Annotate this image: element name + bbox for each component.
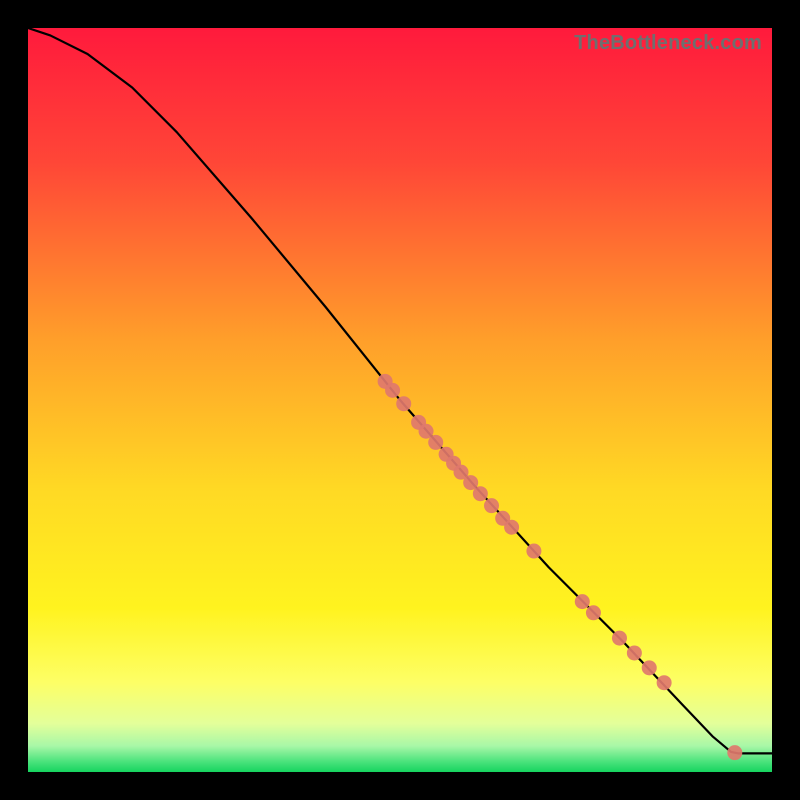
data-point <box>612 631 627 646</box>
data-point <box>385 383 400 398</box>
data-point <box>396 396 411 411</box>
data-point <box>504 520 519 535</box>
plot-area: TheBottleneck.com <box>28 28 772 772</box>
data-point <box>727 745 742 760</box>
data-point <box>642 660 657 675</box>
data-point <box>657 675 672 690</box>
data-point <box>428 435 443 450</box>
data-point <box>627 645 642 660</box>
chart-frame: TheBottleneck.com <box>0 0 800 800</box>
data-point <box>586 605 601 620</box>
chart-svg <box>28 28 772 772</box>
data-point <box>575 594 590 609</box>
data-point <box>484 498 499 513</box>
data-point <box>526 544 541 559</box>
data-point <box>473 486 488 501</box>
